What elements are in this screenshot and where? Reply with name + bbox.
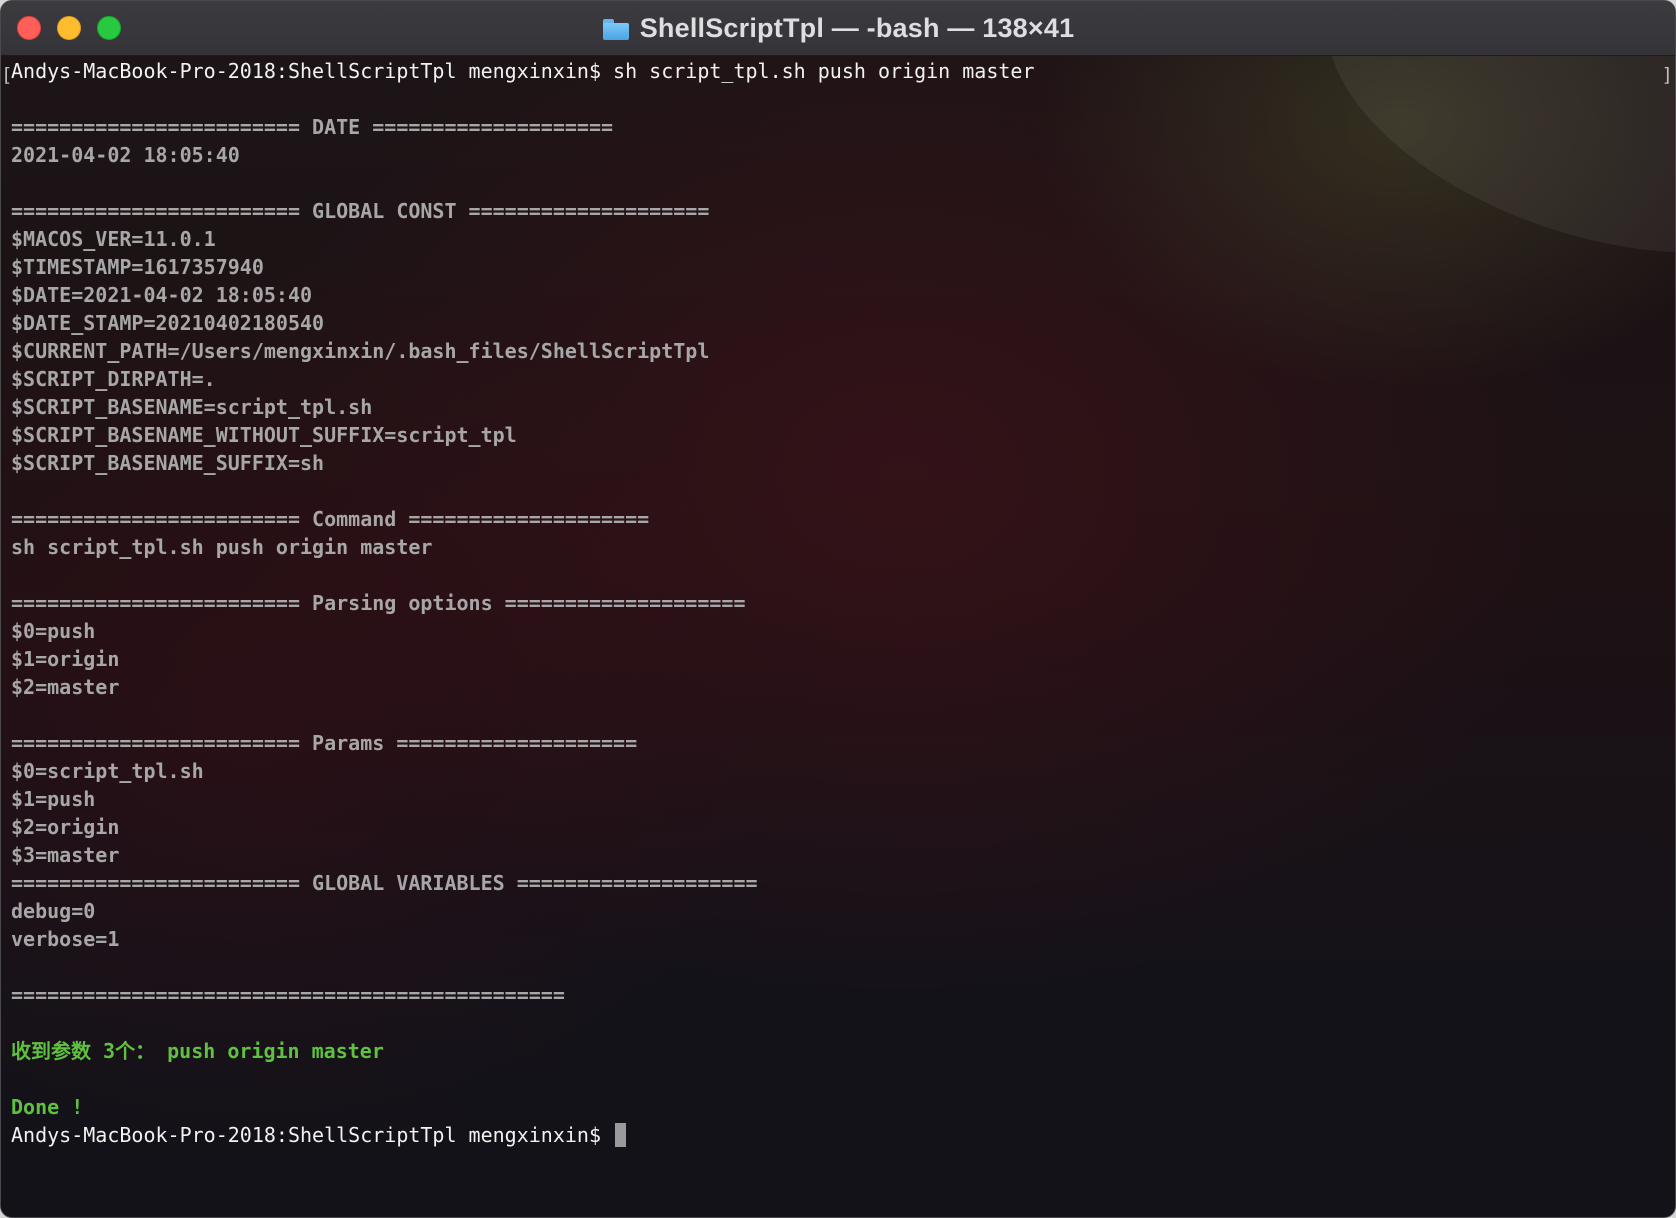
output-line: verbose=1 xyxy=(11,927,120,951)
folder-icon xyxy=(602,18,630,40)
terminal-content[interactable]: [ ] Andys-MacBook-Pro-2018:ShellScriptTp… xyxy=(1,56,1675,1217)
section-divider: ========================================… xyxy=(11,983,565,1007)
output-line: $0=push xyxy=(11,619,96,643)
section-header-params: ======================== Params ========… xyxy=(11,731,638,755)
section-header-command: ======================== Command =======… xyxy=(11,507,650,531)
output-line: $SCRIPT_BASENAME=script_tpl.sh xyxy=(11,395,373,419)
section-header-parsing-options: ======================== Parsing options… xyxy=(11,591,746,615)
prompt-text: Andys-MacBook-Pro-2018:ShellScriptTpl me… xyxy=(11,1123,614,1147)
section-header-date: ======================== DATE ==========… xyxy=(11,115,614,139)
terminal-window: ShellScriptTpl — -bash — 138×41 [ ] Andy… xyxy=(0,0,1676,1218)
shell-prompt[interactable]: Andys-MacBook-Pro-2018:ShellScriptTpl me… xyxy=(11,1121,1667,1149)
done-message: Done ! xyxy=(11,1095,84,1119)
output-line: $SCRIPT_BASENAME_SUFFIX=sh xyxy=(11,451,325,475)
output-line: $3=master xyxy=(11,843,120,867)
output-line: sh script_tpl.sh push origin master xyxy=(11,535,433,559)
output-line: $1=origin xyxy=(11,647,120,671)
section-header-global-const: ======================== GLOBAL CONST ==… xyxy=(11,199,710,223)
output-line: $2=master xyxy=(11,675,120,699)
output-line: $0=script_tpl.sh xyxy=(11,759,204,783)
output-line: $CURRENT_PATH=/Users/mengxinxin/.bash_fi… xyxy=(11,339,710,363)
section-header-global-variables: ======================== GLOBAL VARIABLE… xyxy=(11,871,758,895)
output-line: 2021-04-02 18:05:40 xyxy=(11,143,240,167)
output-line: $2=origin xyxy=(11,815,120,839)
result-message: 收到参数 3个： push origin master xyxy=(11,1039,384,1063)
terminal-output: Andys-MacBook-Pro-2018:ShellScriptTpl me… xyxy=(11,56,1667,1149)
output-line: $SCRIPT_DIRPATH=. xyxy=(11,367,216,391)
output-line: $DATE_STAMP=20210402180540 xyxy=(11,311,325,335)
output-line: $DATE=2021-04-02 18:05:40 xyxy=(11,283,313,307)
output-line: $MACOS_VER=11.0.1 xyxy=(11,227,216,251)
output-line: $SCRIPT_BASENAME_WITHOUT_SUFFIX=script_t… xyxy=(11,423,517,447)
title-bar[interactable]: ShellScriptTpl — -bash — 138×41 xyxy=(1,1,1675,56)
output-line: $TIMESTAMP=1617357940 xyxy=(11,255,264,279)
output-line: debug=0 xyxy=(11,899,96,923)
window-title: ShellScriptTpl — -bash — 138×41 xyxy=(639,13,1075,43)
window-title-group: ShellScriptTpl — -bash — 138×41 xyxy=(1,1,1675,56)
output-line: $1=push xyxy=(11,787,96,811)
text-cursor xyxy=(615,1123,627,1147)
command-line: Andys-MacBook-Pro-2018:ShellScriptTpl me… xyxy=(11,59,1035,83)
